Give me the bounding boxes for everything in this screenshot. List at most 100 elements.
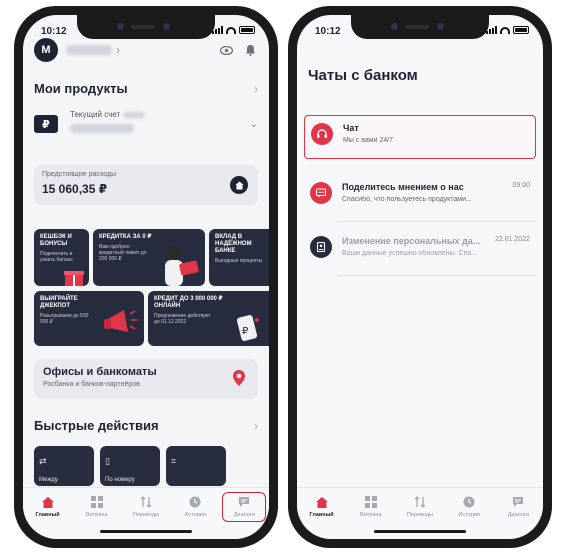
chat-bubble-icon	[310, 182, 332, 204]
chat-icon	[236, 495, 252, 509]
bell-icon[interactable]	[242, 42, 258, 58]
banner-credit-card[interactable]: Кредитка за 0 ₽ Вам одобрен кредитный ли…	[93, 229, 205, 286]
banner-title: Кредит до 3 000 000 ₽ онлайн	[154, 296, 223, 309]
status-time: 10:12	[315, 26, 341, 37]
offices-title: Офисы и банкоматы	[43, 366, 157, 378]
signal-icon	[486, 26, 497, 34]
wifi-icon	[500, 26, 510, 34]
quick-action-by-number[interactable]: ▯ По номеру	[100, 446, 160, 486]
current-account-card[interactable]: ₽ Текущий счет ⌄	[34, 103, 258, 145]
home-indicator	[374, 530, 466, 533]
status-time: 10:12	[41, 26, 67, 37]
banner-title: Вклад в надёжном банке	[215, 234, 252, 254]
profile-header[interactable]: M ›	[34, 37, 258, 63]
woman-card-illustration	[165, 245, 199, 286]
tab-dialogs[interactable]: Диалоги	[222, 492, 267, 522]
chat-icon	[510, 495, 526, 509]
upcoming-expenses-card[interactable]: Предстоящие расходы 15 060,35 ₽	[34, 165, 258, 205]
qr-icon: ⌗	[171, 456, 177, 466]
phone-icon: ▯	[105, 456, 110, 466]
id-card-icon	[310, 236, 332, 258]
chat-title: Чат	[343, 123, 359, 133]
headset-icon	[311, 123, 333, 145]
banner-jackpot[interactable]: Выиграйте джекпот Разыгрываем до 500 000…	[34, 291, 144, 346]
home-indicator	[100, 530, 192, 533]
gift-icon	[64, 271, 84, 286]
battery-icon	[513, 26, 529, 34]
transfer-icon	[138, 495, 154, 509]
home-icon	[230, 176, 248, 194]
divider	[337, 275, 536, 276]
quick-actions-title: Быстрые действия	[34, 418, 159, 433]
signal-icon	[212, 26, 223, 34]
tab-home[interactable]: Главный	[26, 495, 70, 539]
divider	[337, 221, 536, 222]
page-title: Чаты с банком	[308, 67, 418, 84]
battery-icon	[239, 26, 255, 34]
chevron-right-icon: ›	[116, 43, 120, 57]
home-icon	[314, 495, 330, 509]
clock-icon	[187, 495, 203, 509]
chat-item-support[interactable]: Чат Мы с вами 24/7	[304, 115, 536, 159]
chats-screen: 10:12 Чаты с банком Чат Мы с вами 24/7 П…	[297, 15, 543, 539]
ruble-icon: ₽	[34, 115, 58, 133]
my-products-header[interactable]: Мои продукты ›	[34, 81, 258, 96]
quick-action-label: По номеру	[105, 477, 135, 483]
banner-credit-online[interactable]: Кредит до 3 000 000 ₽ онлайн Предложение…	[148, 291, 269, 346]
eye-icon[interactable]	[218, 42, 234, 58]
banner-title: Выиграйте джекпот	[40, 296, 78, 309]
banner-sub: Предложение действует до 01.12.2022	[154, 313, 211, 325]
expense-amount: 15 060,35 ₽	[42, 182, 108, 196]
chevron-right-icon: ›	[254, 81, 258, 96]
phone-home: 10:12 M › Мои продукты › ₽ Текущий счет …	[14, 6, 278, 548]
grid-icon	[89, 495, 105, 509]
quick-action-qr[interactable]: ⌗	[166, 446, 226, 486]
chat-preview: Мы с вами 24/7	[343, 137, 394, 144]
wifi-icon	[226, 26, 236, 34]
chat-date: 09:00	[512, 182, 530, 189]
chat-date: 22.01.2022	[494, 236, 530, 243]
clock-icon	[461, 495, 477, 509]
offices-sub: Росбанка и банков-партнёров	[43, 381, 140, 388]
offices-atms-card[interactable]: Офисы и банкоматы Росбанка и банков-парт…	[34, 359, 258, 399]
quick-actions-row: ⇄ Между ▯ По номеру ⌗	[34, 446, 269, 486]
home-screen: 10:12 M › Мои продукты › ₽ Текущий счет …	[23, 15, 269, 539]
phone-ruble-illustration: ₽	[236, 315, 259, 341]
account-balance-blurred	[70, 124, 134, 133]
chevron-down-icon[interactable]: ⌄	[250, 119, 258, 130]
my-products-title: Мои продукты	[34, 81, 128, 96]
chevron-right-icon: ›	[254, 418, 258, 433]
chat-item-feedback[interactable]: Поделитесь мнением о нас 09:00 Спасибо, ч…	[304, 175, 536, 219]
grid-icon	[363, 495, 379, 509]
chat-preview: Спасибо, что пользуетесь продуктами...	[342, 196, 472, 203]
map-pin-icon	[233, 370, 245, 386]
banner-sub: Подключить и узнать баланс	[40, 251, 73, 263]
tab-home[interactable]: Главный	[300, 495, 344, 539]
swap-icon: ⇄	[39, 456, 47, 466]
megaphone-icon	[104, 310, 137, 332]
chat-item-personal-data[interactable]: Изменение персональных да... 22.01.2022 В…	[304, 229, 536, 273]
expense-label: Предстоящие расходы	[42, 171, 117, 178]
home-icon	[40, 495, 56, 509]
account-label: Текущий счет	[70, 110, 121, 119]
tab-dialogs[interactable]: Диалоги	[496, 495, 540, 539]
banner-sub: Разыгрываем до 500 000 ₽	[40, 313, 89, 325]
banner-title: Кредитка за 0 ₽	[99, 234, 152, 240]
chat-title: Изменение персональных да...	[342, 236, 481, 246]
chat-title: Поделитесь мнением о нас	[342, 182, 464, 192]
user-name-blurred[interactable]	[66, 45, 112, 55]
avatar[interactable]: M	[34, 38, 58, 62]
banner-title: Кешбэк и бонусы	[40, 234, 72, 247]
banner-deposit[interactable]: Вклад в надёжном банке Выгодные проценты	[209, 229, 269, 286]
banner-sub: Выгодные проценты	[215, 258, 263, 264]
transfer-icon	[412, 495, 428, 509]
svg-text:₽: ₽	[242, 326, 249, 337]
quick-action-between[interactable]: ⇄ Между	[34, 446, 94, 486]
quick-actions-header[interactable]: Быстрые действия ›	[34, 418, 258, 433]
banner-cashback[interactable]: Кешбэк и бонусы Подключить и узнать бала…	[34, 229, 89, 286]
phone-chats: 10:12 Чаты с банком Чат Мы с вами 24/7 П…	[288, 6, 552, 548]
chat-preview: Ваши данные успешно обновлены. Спа...	[342, 250, 478, 257]
status-bar: 10:12	[297, 24, 543, 40]
quick-action-label: Между	[39, 477, 58, 483]
status-bar: 10:12	[23, 24, 269, 40]
